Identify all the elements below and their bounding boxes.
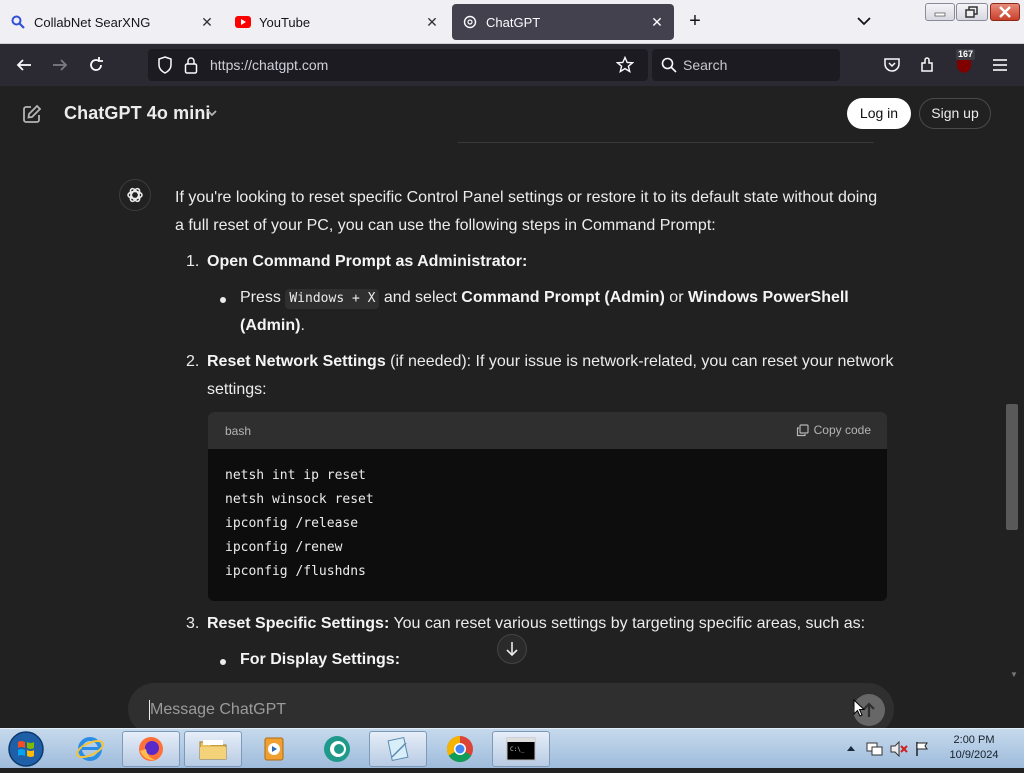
code-line: netsh int ip reset: [225, 468, 366, 483]
svg-text:C:\_: C:\_: [510, 746, 525, 753]
tab-chatgpt[interactable]: ChatGPT ✕: [452, 4, 674, 40]
media-player-icon[interactable]: [245, 731, 303, 767]
minimize-button[interactable]: [925, 3, 955, 21]
search-icon: [10, 14, 26, 30]
step-number: 3.: [186, 615, 200, 632]
start-button[interactable]: [6, 730, 46, 768]
step-3-line: Reset Specific Settings: You can reset v…: [207, 615, 866, 632]
step-3-bullet: For Display Settings:: [240, 651, 401, 668]
code-line: netsh winsock reset: [225, 492, 374, 507]
login-button[interactable]: Log in: [847, 98, 911, 129]
show-hidden-icons[interactable]: [846, 741, 862, 757]
code-line: ipconfig /flushdns: [225, 564, 366, 579]
step-2-line-1: Reset Network Settings (if needed): If y…: [207, 353, 894, 370]
close-window-button[interactable]: [990, 3, 1020, 21]
code-content: netsh int ip reset netsh winsock reset ipc…: [225, 464, 374, 584]
navigation-toolbar: https://chatgpt.com Search 167: [0, 44, 1024, 86]
message-composer[interactable]: Message ChatGPT: [128, 683, 894, 728]
url-bar[interactable]: https://chatgpt.com: [148, 49, 648, 81]
copy-code-button[interactable]: Copy code: [796, 423, 871, 437]
command-prompt-icon[interactable]: C:\_: [492, 731, 550, 767]
chatgpt-icon: [462, 14, 478, 30]
signup-button[interactable]: Sign up: [919, 98, 991, 129]
tab-youtube[interactable]: YouTube ✕: [225, 4, 449, 40]
model-selector[interactable]: ChatGPT 4o mini: [64, 103, 211, 124]
code-line: ipconfig /renew: [225, 540, 343, 555]
menu-icon[interactable]: [989, 54, 1011, 76]
close-tab-icon[interactable]: ✕: [648, 13, 666, 31]
lock-icon[interactable]: [180, 54, 202, 76]
close-tab-icon[interactable]: ✕: [198, 13, 216, 31]
action-center-flag-icon[interactable]: [914, 741, 930, 757]
step-1-bullet-line-2: (Admin).: [240, 317, 305, 334]
code-block: bash Copy code netsh int ip reset netsh w…: [208, 412, 887, 601]
restore-button[interactable]: [956, 3, 988, 21]
list-tabs-icon[interactable]: [853, 10, 875, 32]
back-arrow-icon[interactable]: [13, 54, 35, 76]
chatgpt-logo-icon: [119, 179, 151, 211]
extensions-icon[interactable]: [917, 54, 939, 76]
tab-bar: CollabNet SearXNG ✕ YouTube ✕ ChatGPT ✕ …: [0, 0, 1024, 44]
step-number: 1.: [186, 253, 200, 270]
scroll-arrow-down-icon[interactable]: ▼: [1010, 670, 1018, 679]
scroll-down-button[interactable]: [497, 634, 527, 664]
step-1-bullet-line-1: Press Windows + X and select Command Pro…: [240, 284, 849, 312]
inline-code: Windows + X: [285, 289, 380, 309]
arrow-down-icon: [506, 642, 518, 657]
reload-icon[interactable]: [85, 54, 107, 76]
message-input[interactable]: Message ChatGPT: [150, 701, 286, 719]
step-2-line-2: settings:: [207, 381, 267, 398]
step-1-title: Open Command Prompt as Administrator:: [207, 253, 528, 270]
firefox-icon[interactable]: [122, 731, 180, 767]
forward-arrow-icon[interactable]: [49, 54, 71, 76]
close-tab-icon[interactable]: ✕: [423, 13, 441, 31]
tab-title: CollabNet SearXNG: [34, 14, 151, 30]
clock-date: 10/9/2024: [949, 749, 999, 761]
new-tab-button[interactable]: +: [684, 10, 706, 32]
chevron-down-icon[interactable]: [205, 106, 219, 125]
code-language: bash: [225, 424, 252, 438]
file-explorer-icon[interactable]: [184, 731, 242, 767]
extension-badge: 167: [956, 49, 976, 60]
network-icon[interactable]: [866, 741, 883, 757]
scrollbar-thumb[interactable]: [1006, 404, 1018, 530]
browser-app-icon[interactable]: [308, 731, 366, 767]
step-number: 2.: [186, 353, 200, 370]
volume-muted-icon[interactable]: [890, 740, 908, 758]
tab-title: YouTube: [259, 14, 311, 30]
chatgpt-page: ChatGPT 4o mini Log in Sign up If you're…: [0, 86, 1024, 728]
code-line: ipconfig /release: [225, 516, 359, 531]
taskbar: C:\_ 2:00 PM 10/9/2024: [0, 728, 1024, 768]
intro-line-2: a full reset of your PC, you can use the…: [175, 217, 716, 234]
notes-app-icon[interactable]: [369, 731, 427, 767]
tab-title: ChatGPT: [486, 14, 541, 30]
mouse-cursor-icon: [853, 698, 866, 722]
code-block-header: bash Copy code: [208, 412, 887, 449]
search-icon: [658, 54, 680, 76]
clock-time: 2:00 PM: [953, 734, 995, 746]
bullet-dot: [220, 297, 226, 303]
search-box[interactable]: Search: [652, 49, 840, 81]
internet-explorer-icon[interactable]: [61, 731, 119, 767]
tab-searxng[interactable]: CollabNet SearXNG ✕: [0, 4, 224, 40]
system-clock[interactable]: 2:00 PM 10/9/2024: [934, 733, 1014, 763]
copy-icon: [796, 423, 809, 436]
new-chat-icon[interactable]: [22, 104, 42, 124]
chrome-icon[interactable]: [431, 731, 489, 767]
star-icon[interactable]: [614, 54, 636, 76]
shield-icon[interactable]: [154, 54, 176, 76]
search-placeholder: Search: [683, 57, 728, 73]
bullet-dot: [220, 659, 226, 665]
pocket-icon[interactable]: [881, 54, 903, 76]
divider: [458, 142, 874, 143]
intro-line-1: If you're looking to reset specific Cont…: [175, 189, 878, 206]
youtube-icon: [235, 14, 251, 30]
url-text: https://chatgpt.com: [210, 57, 329, 73]
